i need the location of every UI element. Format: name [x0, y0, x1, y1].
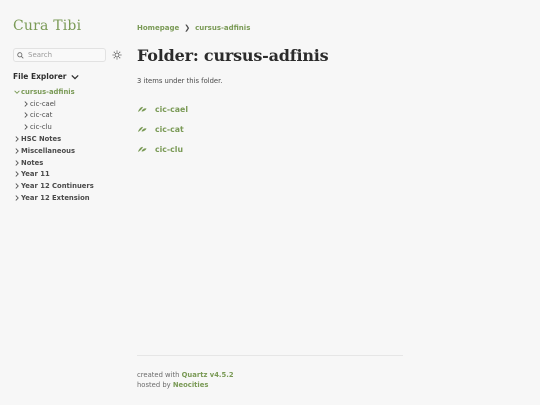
chevron-right-icon	[22, 100, 29, 107]
chevron-right-icon	[13, 136, 20, 143]
tree-folder-year-11[interactable]: Year 11	[13, 169, 125, 181]
tree-item-cic-clu[interactable]: cic-clu	[13, 121, 125, 133]
tree-folder-notes[interactable]: Notes	[13, 157, 125, 169]
page: Cura Tibi Search File Explorer cursus-ad…	[0, 0, 540, 405]
leaf-icon	[137, 145, 147, 153]
search-input[interactable]: Search	[13, 48, 106, 62]
chevron-right-icon	[13, 171, 20, 178]
footer-created-line: created with Quartz v4.5.2	[137, 370, 403, 380]
chevron-down-icon	[70, 74, 79, 79]
chevron-right-icon	[13, 183, 20, 190]
footer: created with Quartz v4.5.2 hosted by Neo…	[137, 355, 403, 390]
search-placeholder: Search	[28, 51, 53, 59]
sun-icon	[112, 50, 122, 60]
tree-folder-cursus-adfinis[interactable]: cursus-adfinis	[13, 86, 125, 98]
chevron-right-icon	[13, 195, 20, 202]
quartz-link[interactable]: Quartz v4.5.2	[182, 371, 234, 379]
leaf-icon	[137, 125, 147, 133]
folder-list: cic-cael cic-cat cic-clu	[137, 99, 403, 159]
search-icon	[17, 51, 24, 59]
footer-created-prefix: created with	[137, 371, 182, 379]
site-title[interactable]: Cura Tibi	[13, 18, 125, 34]
search-row: Search	[13, 48, 125, 62]
tree-item-label: cic-cael	[30, 99, 56, 108]
tree-folder-year-12-continuers[interactable]: Year 12 Continuers	[13, 180, 125, 192]
tree-folder-miscellaneous[interactable]: Miscellaneous	[13, 145, 125, 157]
breadcrumb-separator: ❯	[184, 24, 191, 32]
folder-link-cic-clu[interactable]: cic-clu	[137, 139, 403, 159]
chevron-right-icon	[13, 159, 20, 166]
folder-link-cic-cat[interactable]: cic-cat	[137, 119, 403, 139]
tree-item-label: cursus-adfinis	[21, 87, 75, 96]
file-tree: cursus-adfinis cic-cael cic-cat cic-clu	[13, 86, 125, 204]
chevron-right-icon	[13, 147, 20, 154]
tree-item-label: Year 11	[21, 170, 50, 179]
chevron-right-icon	[22, 112, 29, 119]
tree-folder-year-12-extension[interactable]: Year 12 Extension	[13, 192, 125, 204]
leaf-icon	[137, 105, 147, 113]
footer-hosted-line: hosted by Neocities	[137, 380, 403, 390]
tree-item-cic-cael[interactable]: cic-cael	[13, 98, 125, 110]
folder-link-cic-cael[interactable]: cic-cael	[137, 99, 403, 119]
folder-link-label: cic-clu	[155, 144, 183, 154]
neocities-link[interactable]: Neocities	[173, 381, 209, 389]
breadcrumb-current: cursus-adfinis	[195, 24, 251, 32]
tree-item-label: HSC Notes	[21, 135, 62, 144]
tree-item-label: Year 12 Extension	[21, 194, 90, 203]
footer-hosted-prefix: hosted by	[137, 381, 173, 389]
chevron-right-icon	[22, 124, 29, 131]
folder-link-label: cic-cat	[155, 124, 184, 134]
file-explorer-toggle[interactable]: File Explorer	[13, 72, 125, 81]
item-count-text: 3 items under this folder.	[137, 77, 223, 85]
theme-toggle-button[interactable]	[112, 50, 122, 60]
tree-item-label: Notes	[21, 158, 44, 167]
file-explorer-title: File Explorer	[13, 72, 67, 81]
tree-item-label: Miscellaneous	[21, 146, 76, 155]
folder-link-label: cic-cael	[155, 104, 188, 114]
page-title: Folder: cursus-adfinis	[137, 46, 329, 65]
chevron-down-icon	[13, 88, 20, 95]
tree-item-label: Year 12 Continuers	[21, 182, 94, 191]
tree-item-label: cic-cat	[30, 111, 53, 120]
tree-folder-hsc-notes[interactable]: HSC Notes	[13, 133, 125, 145]
breadcrumb: Homepage ❯ cursus-adfinis	[137, 24, 403, 32]
main-content: Homepage ❯ cursus-adfinis Folder: cursus…	[137, 24, 403, 159]
breadcrumb-home-link[interactable]: Homepage	[137, 24, 179, 32]
tree-item-label: cic-clu	[30, 123, 52, 132]
tree-item-cic-cat[interactable]: cic-cat	[13, 110, 125, 122]
sidebar: Cura Tibi Search File Explorer cursus-ad…	[13, 18, 125, 204]
